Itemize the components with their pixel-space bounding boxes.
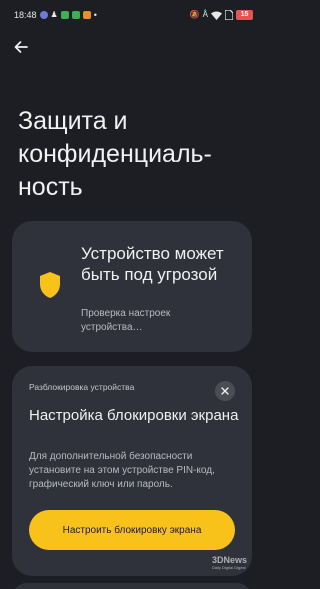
security-status-subtitle: Проверка настроек устройства… [81,308,171,333]
battery-icon: 15 [236,10,253,20]
lock-card-description: Для дополнительной безопасности установи… [29,451,215,490]
green-app-icon-2 [71,11,80,19]
wifi-icon [211,11,222,20]
status-left: 18:48 ♟ • [14,10,97,20]
status-time: 18:48 [14,10,37,20]
status-bar: 18:48 ♟ • 🔕 Å 15 [0,0,265,30]
page-title: Защита и конфиденциаль-ность [18,107,212,201]
screen-lock-card: Разблокировка устройства Настройка блоки… [12,366,252,576]
arrow-left-icon [14,41,28,53]
bluetooth-icon: Å [202,10,208,19]
notification-app-icon [39,11,48,19]
green-app-icon [60,11,69,19]
mute-icon: 🔕 [189,10,200,19]
security-status-title: Устройство может быть под угрозой [81,244,224,284]
security-status-card[interactable]: Устройство может быть под угрозой Провер… [12,221,252,352]
orange-app-icon [82,11,91,19]
watermark-tagline: Daily Digital Digest [212,565,246,570]
lock-card-title: Настройка блокировки экрана [29,407,239,424]
shield-warning-icon [40,272,60,298]
next-card[interactable] [12,583,252,589]
more-notifications-dot: • [93,10,97,20]
person-icon: ♟ [50,10,58,19]
status-right: 🔕 Å 15 [190,10,253,20]
lock-card-label: Разблокировка устройства [29,382,135,392]
setup-screen-lock-button[interactable]: Настроить блокировку экрана [29,510,235,550]
dismiss-button[interactable] [215,381,235,401]
watermark-logo: 3DNews Daily Digital Digest [212,556,247,572]
back-button[interactable] [10,36,32,58]
sim-icon [225,10,233,20]
close-icon [221,387,229,395]
